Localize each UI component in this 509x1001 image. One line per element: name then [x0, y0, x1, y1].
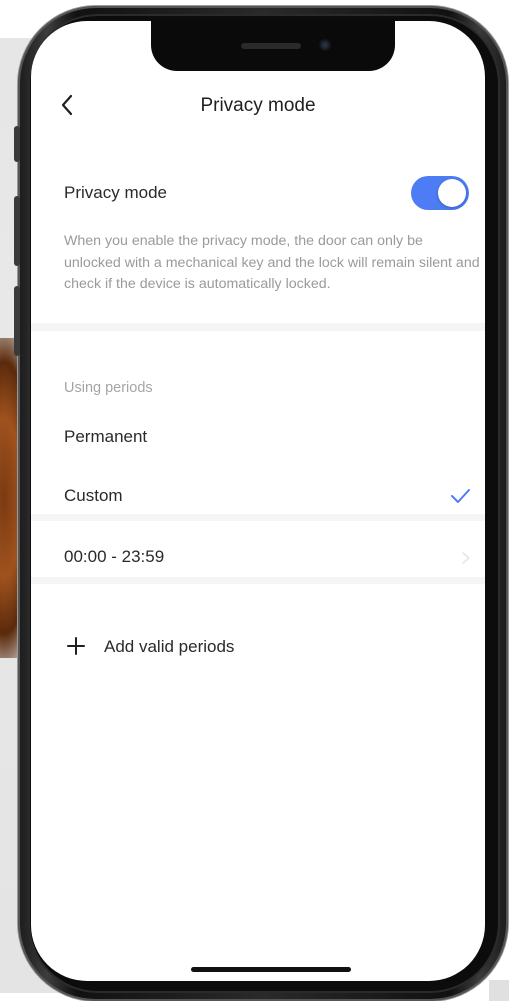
volume-up-button: [14, 196, 20, 266]
volume-down-button: [14, 286, 20, 356]
section-divider: [31, 577, 485, 584]
speaker-grille: [241, 43, 301, 49]
page-title: Privacy mode: [200, 95, 316, 116]
add-valid-periods-label: Add valid periods: [104, 637, 235, 656]
silent-switch: [14, 126, 20, 162]
toggle-knob: [438, 179, 466, 207]
home-indicator[interactable]: [191, 967, 351, 972]
navigation-bar: Privacy mode: [31, 83, 485, 127]
notch: [151, 21, 395, 71]
check-icon: [449, 486, 471, 506]
time-range-label: 00:00 - 23:59: [64, 547, 165, 566]
background-corner: [489, 980, 509, 1001]
section-divider: [31, 514, 485, 521]
option-label: Permanent: [64, 427, 148, 446]
using-periods-label: Using periods: [64, 380, 153, 396]
add-valid-periods-button[interactable]: Add valid periods: [31, 625, 485, 669]
option-label: Custom: [64, 486, 123, 505]
option-permanent[interactable]: Permanent: [31, 413, 485, 463]
front-camera: [319, 39, 331, 51]
chevron-right-icon: [461, 551, 471, 565]
privacy-mode-toggle[interactable]: [411, 176, 469, 210]
privacy-mode-label: Privacy mode: [64, 183, 167, 202]
section-divider: [31, 323, 485, 331]
privacy-mode-row: Privacy mode: [31, 171, 485, 215]
plus-icon: [65, 635, 87, 657]
privacy-mode-description: When you enable the privacy mode, the do…: [64, 233, 480, 292]
time-range-row[interactable]: 00:00 - 23:59: [31, 533, 485, 583]
phone-screen: Privacy mode Privacy mode When you enabl…: [31, 21, 485, 981]
